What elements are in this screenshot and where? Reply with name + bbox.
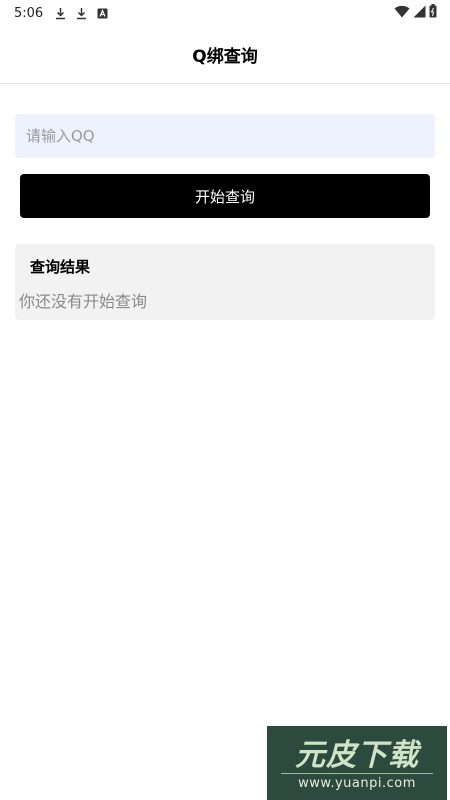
wifi-icon — [394, 5, 410, 18]
download-icon — [55, 7, 66, 20]
watermark-url: www.yuanpi.com — [298, 776, 416, 791]
status-time: 5:06 — [14, 5, 44, 21]
download-icon — [76, 7, 87, 20]
notification-icon — [97, 8, 108, 19]
result-message: 你还没有开始查询 — [19, 292, 148, 311]
result-card: 查询结果 你还没有开始查询 — [15, 244, 435, 320]
qq-input[interactable] — [15, 114, 435, 158]
battery-icon — [429, 4, 437, 18]
watermark-divider — [281, 773, 433, 774]
status-indicators — [394, 4, 440, 18]
start-query-button[interactable]: 开始查询 — [20, 174, 430, 218]
page-title: Q绑查询 — [192, 47, 258, 67]
watermark-logo: 元皮下载 www.yuanpi.com — [267, 726, 447, 800]
status-bar: 5:06 — [0, 0, 450, 26]
app-screen: 5:06 Q绑查询 开始查询 查询结果 你还没有开始查询 — [0, 0, 450, 800]
result-title: 查询结果 — [30, 258, 91, 276]
watermark-title: 元皮下载 — [295, 738, 419, 773]
signal-icon — [413, 5, 426, 18]
app-header: Q绑查询 — [0, 26, 450, 84]
